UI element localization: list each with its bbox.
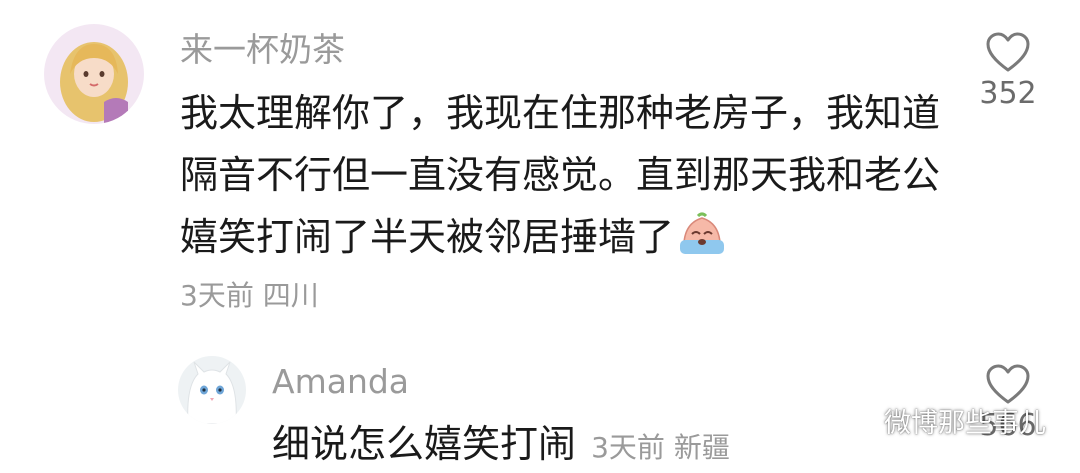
avatar-main-user[interactable] — [44, 24, 144, 124]
reply-time: 3天前 — [591, 431, 665, 464]
comment-username[interactable]: 来一杯奶茶 — [180, 28, 345, 72]
comment-meta: 3天前 四川 — [180, 276, 319, 316]
reply-username[interactable]: Amanda — [272, 360, 409, 404]
reply-line: 细说怎么嬉笑打闹 3天前 新疆 — [272, 416, 730, 472]
comment-text: 我太理解你了，我现在住那种老房子，我知道隔音不行但一直没有感觉。直到那天我和老公… — [180, 82, 950, 274]
reply-location: 新疆 — [673, 431, 730, 464]
watermark-text: 微博那些事儿 — [884, 408, 1046, 439]
comment-body: 我太理解你了，我现在住那种老房子，我知道隔音不行但一直没有感觉。直到那天我和老公… — [180, 91, 941, 259]
crying-face-emoji-icon — [678, 212, 726, 274]
comment-like-button[interactable]: 352 — [970, 30, 1046, 114]
heart-outline-icon[interactable] — [984, 362, 1032, 406]
heart-outline-icon[interactable] — [984, 30, 1032, 74]
comment-like-count: 352 — [979, 76, 1037, 111]
comment-time: 3天前 — [180, 279, 254, 312]
reply-text: 细说怎么嬉笑打闹 — [272, 422, 577, 466]
wechat-icon — [848, 412, 878, 448]
comment-location: 四川 — [262, 279, 319, 312]
avatar-reply-user[interactable] — [178, 356, 246, 424]
reply-meta: 3天前 新疆 — [591, 431, 730, 464]
watermark: 微博那些事儿 — [848, 406, 1046, 448]
